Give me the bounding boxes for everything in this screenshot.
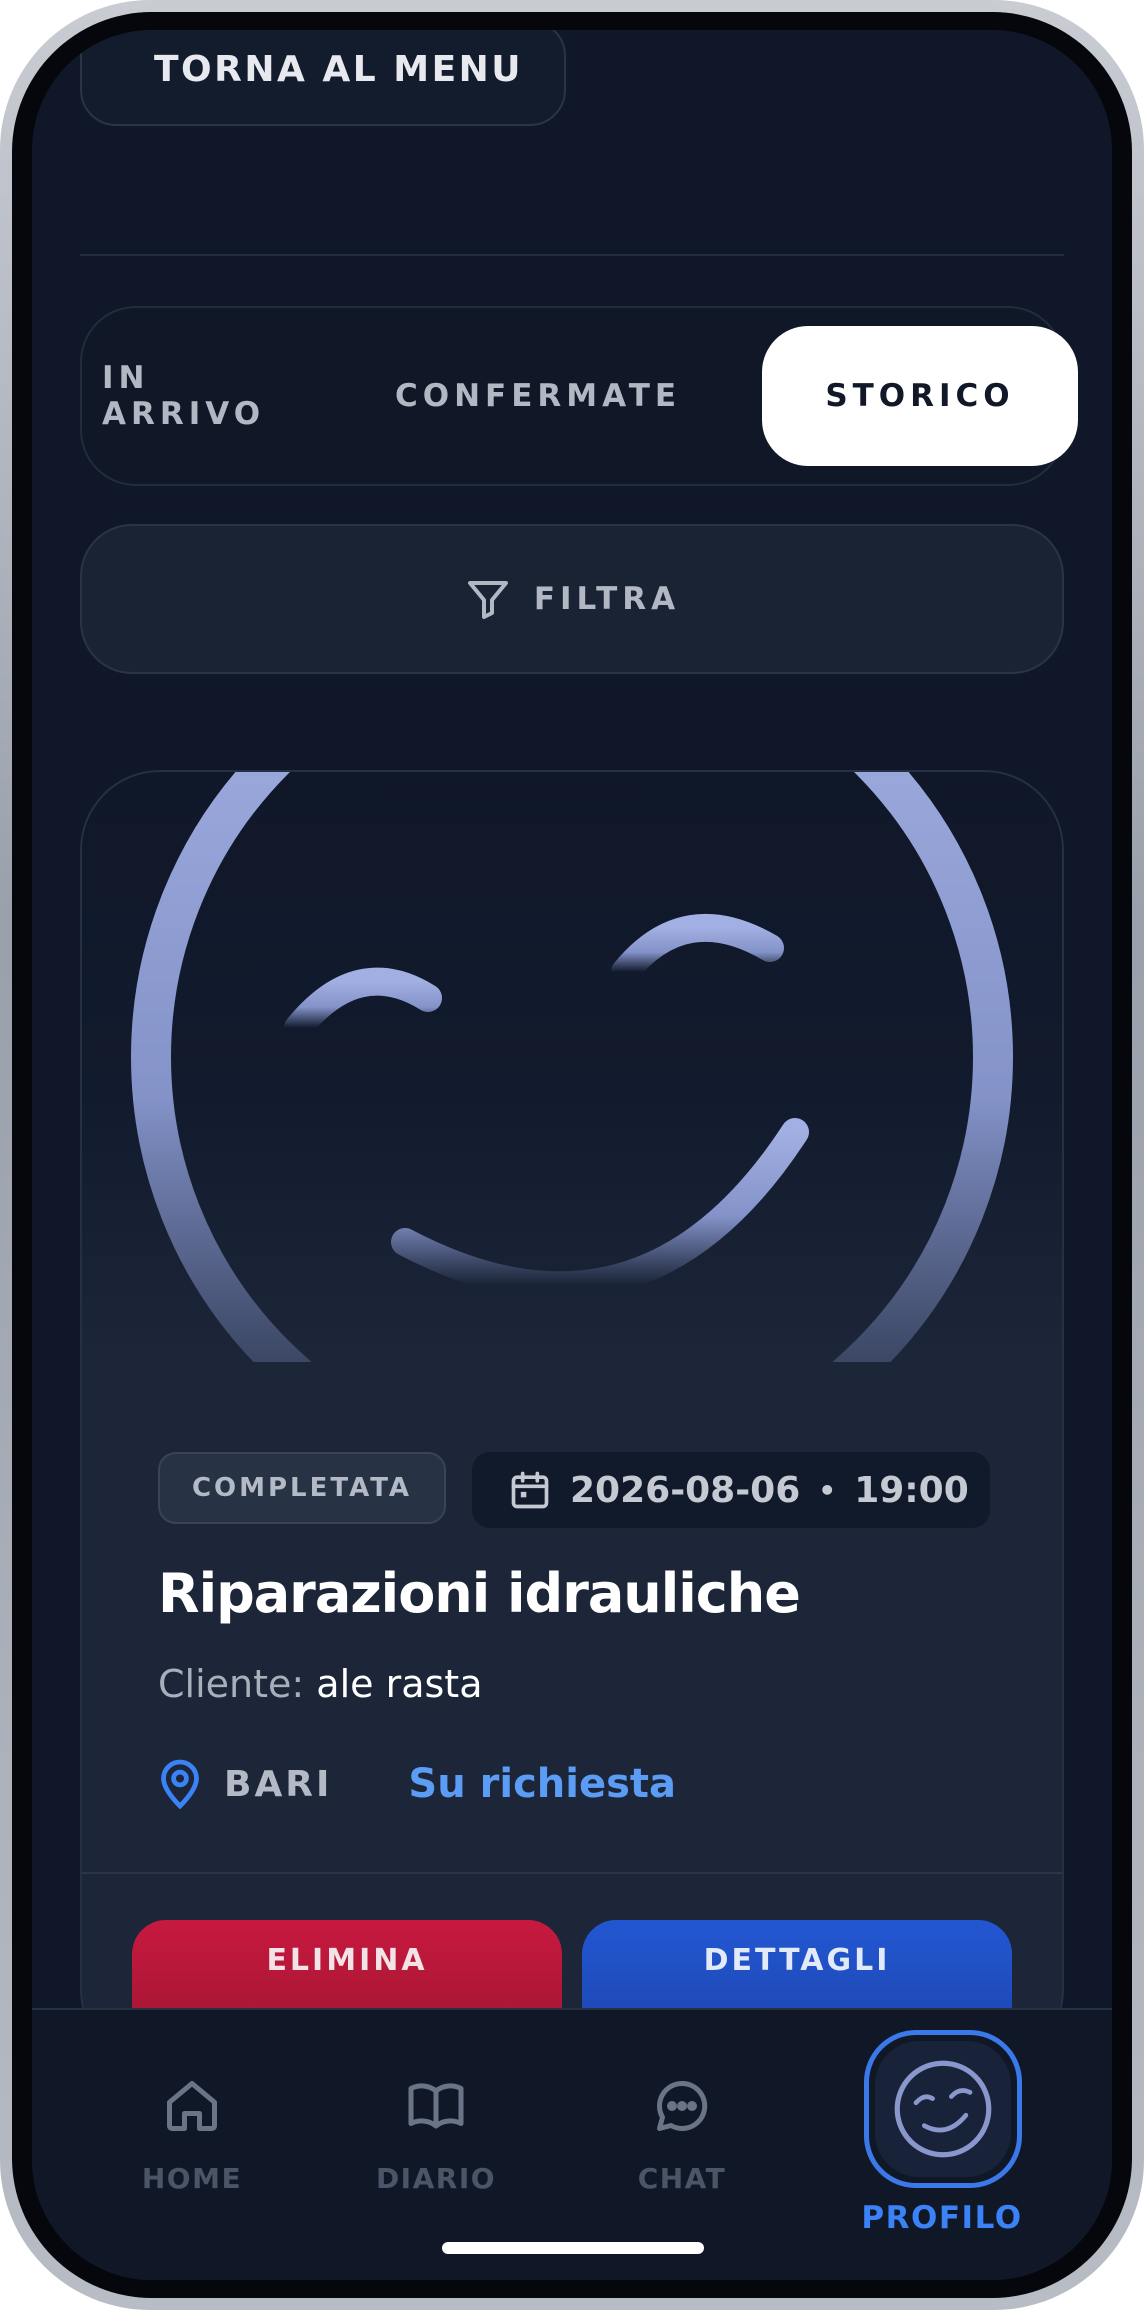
profile-avatar <box>875 2041 1011 2177</box>
smiley-icon <box>894 2060 992 2158</box>
client-line: Cliente: ale rasta <box>158 1662 483 1706</box>
bottom-nav: HOME DIARIO CHAT PROFILO <box>32 2008 1112 2280</box>
nav-diario[interactable]: DIARIO <box>326 2010 546 2240</box>
location-pin-icon <box>158 1758 202 1810</box>
location-row: BARI Su richiesta <box>158 1752 676 1816</box>
nav-diario-label: DIARIO <box>375 2162 497 2195</box>
nav-profilo[interactable] <box>864 2030 1022 2188</box>
nav-chat-label: CHAT <box>637 2162 727 2195</box>
nav-profilo-label: PROFILO <box>861 2200 1023 2236</box>
booking-time: 19:00 <box>854 1469 969 1511</box>
booking-date: 2026-08-06 <box>570 1469 801 1511</box>
home-icon <box>162 2076 222 2136</box>
nav-home[interactable]: HOME <box>82 2010 302 2240</box>
calendar-icon <box>508 1468 552 1512</box>
nav-chat[interactable]: CHAT <box>572 2010 792 2240</box>
card-divider <box>82 1872 1062 1874</box>
client-label: Cliente: <box>158 1662 305 1706</box>
divider <box>80 254 1064 256</box>
date-chip: 2026-08-06 • 19:00 <box>472 1452 990 1528</box>
nav-home-label: HOME <box>141 2162 243 2195</box>
date-separator: • <box>818 1473 837 1507</box>
back-to-menu-label: TORNA AL MENU <box>154 49 524 90</box>
card-image <box>82 772 1062 1498</box>
book-icon <box>406 2076 466 2136</box>
back-to-menu-button[interactable]: TORNA AL MENU <box>80 30 566 126</box>
chat-icon <box>652 2076 712 2136</box>
booking-card[interactable]: COMPLETATA 2026-08-06 • 19:00 Riparazion… <box>80 770 1064 2070</box>
price-label: Su richiesta <box>408 1761 677 1807</box>
filter-icon <box>464 575 512 623</box>
status-badge: COMPLETATA <box>158 1452 446 1524</box>
city-label: BARI <box>224 1763 333 1805</box>
filter-label: FILTRA <box>533 581 681 617</box>
details-label: DETTAGLI <box>703 1942 891 1978</box>
client-name: ale rasta <box>316 1662 483 1706</box>
home-indicator[interactable] <box>442 2242 704 2254</box>
delete-label: ELIMINA <box>266 1942 428 1978</box>
tab-storico[interactable]: STORICO <box>762 326 1078 466</box>
filter-button[interactable]: FILTRA <box>80 524 1064 674</box>
tabs-bar: IN ARRIVO CONFERMATE STORICO <box>80 306 1078 486</box>
tab-in-arrivo[interactable]: IN ARRIVO <box>102 308 318 484</box>
service-title: Riparazioni idrauliche <box>158 1562 801 1625</box>
smiley-illustration <box>131 772 1013 1498</box>
screen: TORNA AL MENU IN ARRIVO CONFERMATE STORI… <box>32 30 1112 2280</box>
tab-confermate[interactable]: CONFERMATE <box>318 308 758 484</box>
